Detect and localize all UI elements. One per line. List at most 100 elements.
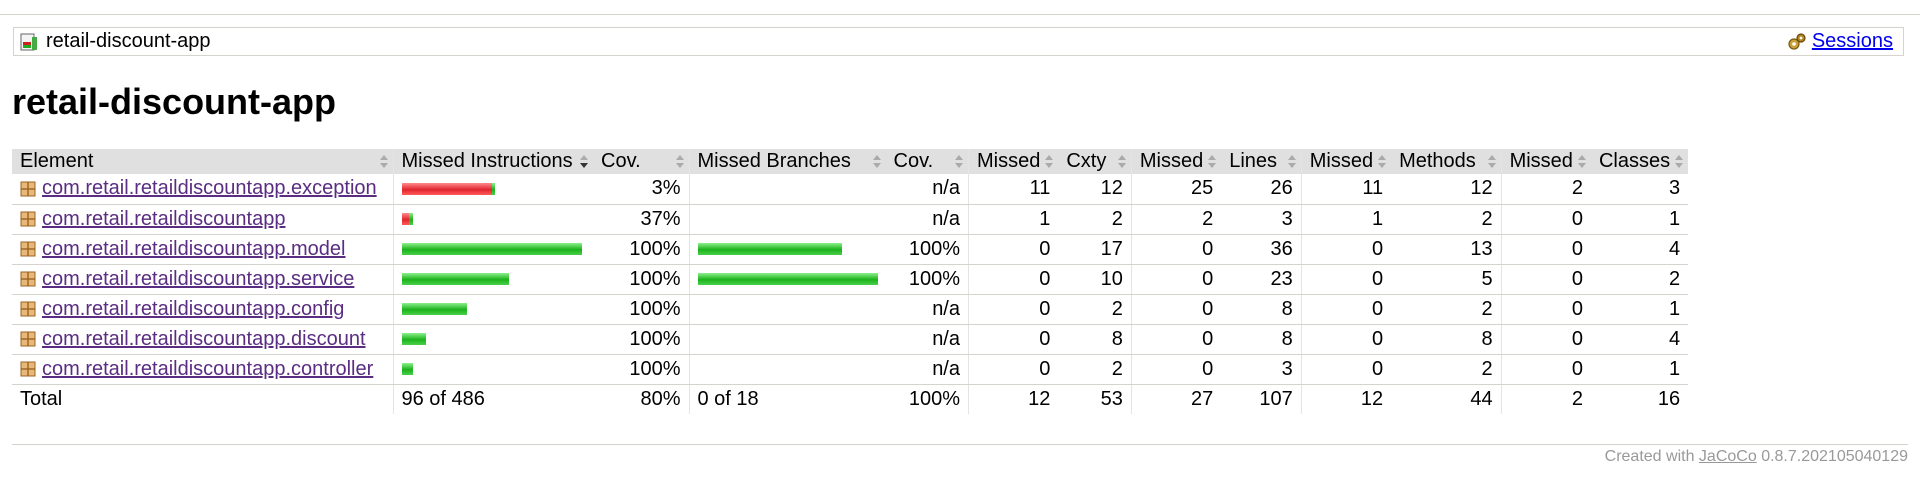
package-link[interactable]: com.retail.retaildiscountapp.model	[42, 238, 346, 261]
missed-lines: 25	[1130, 174, 1222, 205]
header-element-label: Element	[20, 150, 94, 172]
missed-methods: 0	[1300, 264, 1392, 295]
cxty: 2	[1058, 354, 1132, 385]
package-icon	[20, 301, 36, 317]
header-missed-instructions[interactable]: Missed Instructions	[392, 149, 593, 174]
instructions-cov: 100%	[593, 264, 689, 295]
missed-lines: 0	[1130, 234, 1222, 265]
lines: 26	[1221, 174, 1302, 205]
header-missed-lines-label: Missed	[1139, 150, 1204, 172]
header-missed-branches[interactable]: Missed Branches	[688, 149, 886, 174]
element-link-wrap[interactable]: com.retail.retaildiscountapp	[20, 208, 385, 231]
branches-bar-cell	[688, 264, 886, 295]
session-gear-icon[interactable]	[1786, 31, 1808, 53]
instructions-coverage-bar	[401, 213, 586, 225]
element-link-wrap[interactable]: com.retail.retaildiscountapp.discount	[20, 328, 385, 351]
branches-bar-cell	[688, 174, 886, 205]
sessions-link[interactable]: Sessions	[1812, 28, 1893, 55]
package-link[interactable]: com.retail.retaildiscountapp.exception	[42, 177, 377, 200]
missed-lines: 0	[1130, 324, 1222, 355]
jacoco-link[interactable]: JaCoCo	[1699, 448, 1757, 465]
package-link[interactable]: com.retail.retaildiscountapp.service	[42, 268, 354, 291]
table-row: com.retail.retaildiscountapp.controller 1…	[12, 354, 1689, 385]
element-link-wrap[interactable]: com.retail.retaildiscountapp.config	[20, 298, 385, 321]
header-cov-branches[interactable]: Cov.	[885, 149, 969, 174]
footer-divider	[12, 444, 1908, 445]
covered-segment	[401, 333, 426, 345]
table-row: com.retail.retaildiscountapp.discount 100…	[12, 324, 1689, 355]
header-methods-label: Methods	[1399, 150, 1476, 172]
missed-cxty: 0	[968, 294, 1059, 325]
header-methods[interactable]: Methods	[1391, 149, 1502, 174]
missed-methods: 1	[1300, 204, 1392, 235]
branches-coverage-bar	[697, 273, 878, 285]
total-cxty: 53	[1058, 383, 1132, 414]
footer-created-with: Created with	[1604, 448, 1695, 465]
branches-cov: n/a	[885, 294, 969, 325]
missed-classes: 2	[1500, 174, 1591, 205]
lines: 8	[1221, 294, 1302, 325]
header-classes[interactable]: Classes	[1590, 149, 1689, 174]
header-classes-label: Classes	[1598, 150, 1671, 172]
missed-cxty: 11	[968, 174, 1059, 205]
top-divider	[0, 14, 1920, 15]
element-link-wrap[interactable]: com.retail.retaildiscountapp.controller	[20, 358, 385, 381]
package-link[interactable]: com.retail.retaildiscountapp.controller	[42, 358, 373, 381]
instructions-cov: 3%	[593, 174, 689, 205]
missed-methods: 11	[1300, 174, 1392, 205]
header-missed-cxty[interactable]: Missed	[968, 149, 1059, 174]
header-lines[interactable]: Lines	[1221, 149, 1302, 174]
classes: 4	[1590, 234, 1689, 265]
sort-icon	[379, 155, 388, 168]
table-header-row: Element Missed Instructions Cov. Missed …	[12, 149, 1689, 174]
element-link-wrap[interactable]: com.retail.retaildiscountapp.service	[20, 268, 385, 291]
total-branch-cov: 100%	[885, 383, 969, 414]
element-cell: com.retail.retaildiscountapp.discount	[12, 324, 393, 355]
covered-segment	[401, 363, 413, 375]
package-link[interactable]: com.retail.retaildiscountapp.config	[42, 298, 344, 321]
sessions-link-wrap[interactable]: Sessions	[1786, 28, 1893, 55]
cxty: 10	[1058, 264, 1132, 295]
package-link[interactable]: com.retail.retaildiscountapp	[42, 208, 285, 231]
instructions-bar-cell	[392, 294, 593, 325]
missed-classes: 0	[1500, 294, 1591, 325]
instructions-bar-cell	[392, 324, 593, 355]
covered-segment	[697, 243, 842, 255]
sort-icon	[1577, 155, 1586, 168]
element-link-wrap[interactable]: com.retail.retaildiscountapp.exception	[20, 177, 385, 200]
classes: 4	[1590, 324, 1689, 355]
table-body: com.retail.retaildiscountapp.exception 3%…	[12, 174, 1689, 385]
instructions-coverage-bar	[401, 363, 586, 375]
classes: 1	[1590, 354, 1689, 385]
header-missed-methods[interactable]: Missed	[1300, 149, 1392, 174]
sort-icon	[1675, 155, 1684, 168]
package-icon	[20, 361, 36, 377]
covered-segment	[401, 303, 467, 315]
table-row: com.retail.retaildiscountapp.model 100% 10…	[12, 234, 1689, 265]
branches-bar-cell	[688, 234, 886, 265]
header-cov-instructions[interactable]: Cov.	[593, 149, 689, 174]
element-cell: com.retail.retaildiscountapp.exception	[12, 174, 393, 205]
element-link-wrap[interactable]: com.retail.retaildiscountapp.model	[20, 238, 385, 261]
package-icon	[20, 241, 36, 257]
header-cov-branches-label: Cov.	[893, 150, 934, 172]
header-missed-lines[interactable]: Missed	[1130, 149, 1222, 174]
sort-icon	[872, 155, 881, 168]
missed-methods: 0	[1300, 354, 1392, 385]
element-cell: com.retail.retaildiscountapp	[12, 204, 393, 235]
header-cxty[interactable]: Cxty	[1058, 149, 1132, 174]
classes: 1	[1590, 294, 1689, 325]
covered-segment	[697, 273, 878, 285]
covered-segment	[401, 243, 582, 255]
header-lines-label: Lines	[1229, 150, 1278, 172]
lines: 3	[1221, 204, 1302, 235]
header-missed-methods-label: Missed	[1309, 150, 1374, 172]
missed-cxty: 0	[968, 234, 1059, 265]
missed-segment	[401, 182, 492, 195]
package-link[interactable]: com.retail.retaildiscountapp.discount	[42, 328, 366, 351]
header-missed-classes[interactable]: Missed	[1500, 149, 1591, 174]
header-missed-branches-label: Missed Branches	[697, 150, 851, 172]
instructions-bar-cell	[392, 234, 593, 265]
header-element[interactable]: Element	[12, 149, 393, 174]
total-label: Total	[12, 383, 393, 414]
